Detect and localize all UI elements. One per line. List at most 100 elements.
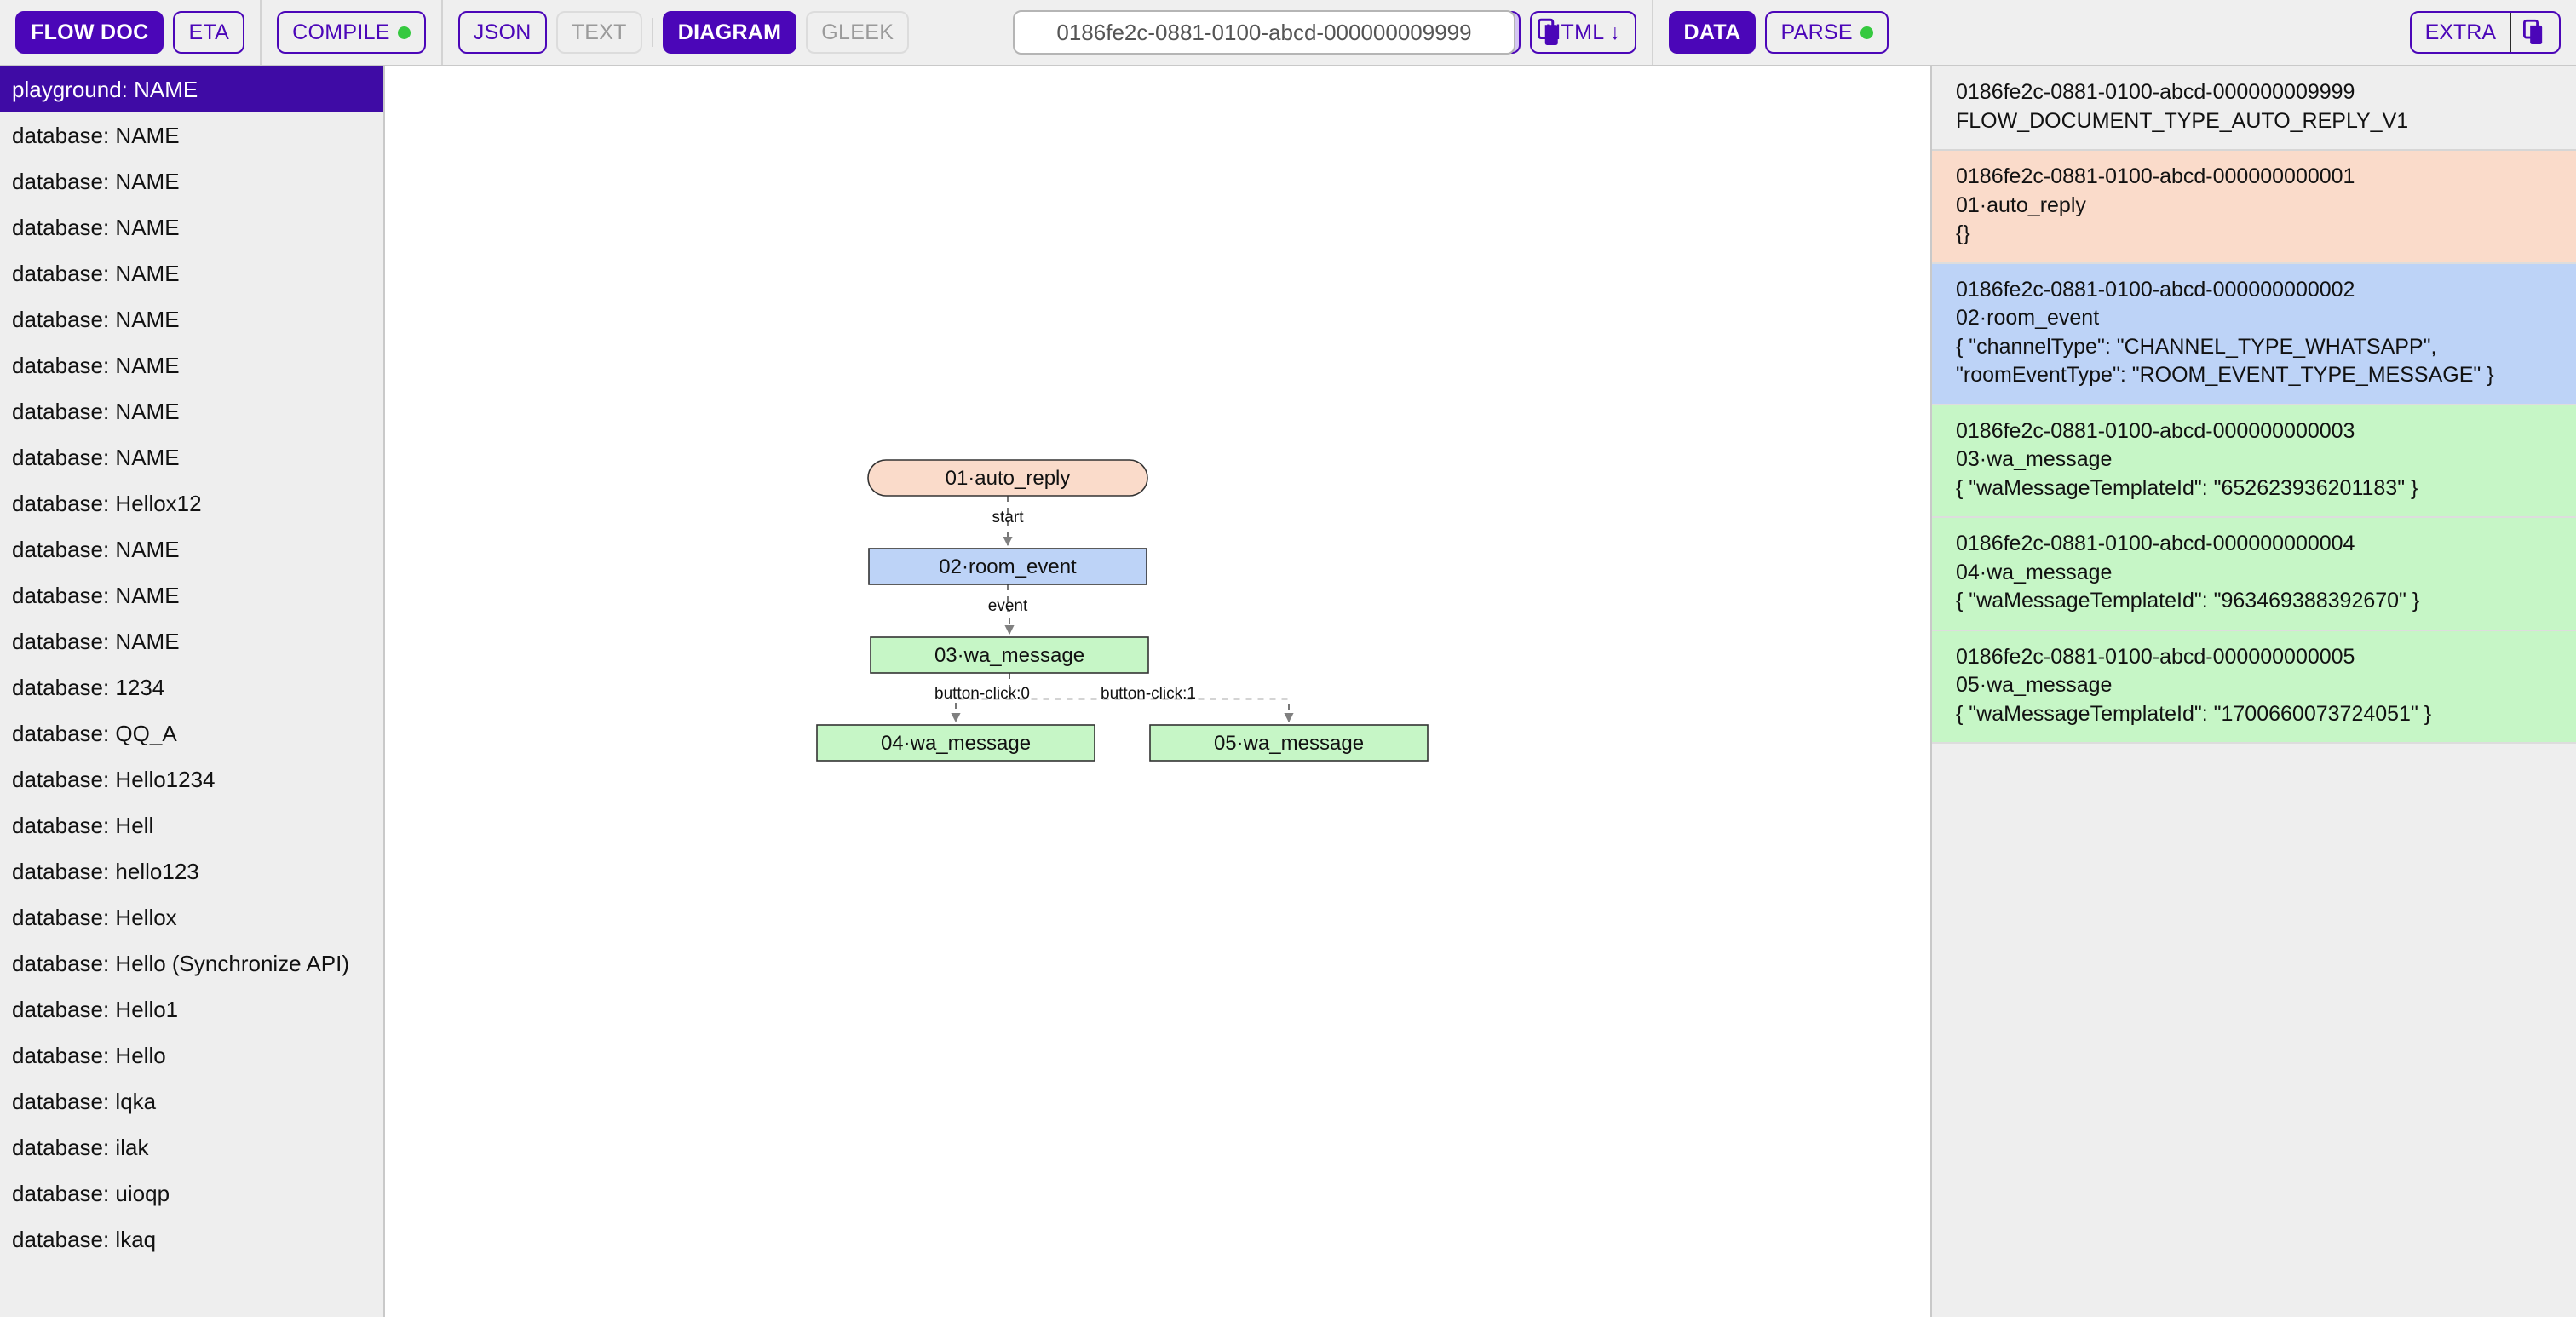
diagram-node-label: 04·wa_message bbox=[881, 732, 1031, 755]
view-tab-diagram[interactable]: DIAGRAM bbox=[662, 11, 797, 54]
sidebar-item-label: database: ilak bbox=[12, 1134, 149, 1160]
eta-button[interactable]: ETA bbox=[173, 11, 245, 54]
compile-button[interactable]: COMPILE bbox=[277, 11, 426, 54]
sidebar-item[interactable]: database: NAME bbox=[0, 112, 383, 158]
view-tab-json[interactable]: JSON bbox=[457, 11, 547, 54]
sidebar-item[interactable]: database: NAME bbox=[0, 158, 383, 204]
extra-button-label[interactable]: EXTRA bbox=[2412, 13, 2510, 52]
sidebar-item[interactable]: database: QQ_A bbox=[0, 710, 383, 756]
sidebar-item[interactable]: database: NAME bbox=[0, 342, 383, 388]
diagram-canvas[interactable]: start event button-click:0 button-click:1 0… bbox=[385, 66, 1932, 1317]
sidebar-item-label: database: 1234 bbox=[12, 674, 165, 700]
compile-label: COMPILE bbox=[292, 20, 390, 44]
sidebar-item[interactable]: database: uioqp bbox=[0, 1170, 383, 1216]
flow-diagram: start event button-click:0 button-click:1 0… bbox=[816, 459, 1429, 762]
view-tab-gleek[interactable]: GLEEK bbox=[806, 11, 910, 54]
sidebar-item[interactable]: database: 1234 bbox=[0, 664, 383, 710]
document-id-input[interactable] bbox=[1013, 10, 1515, 55]
diagram-edge-label: event bbox=[988, 597, 1028, 615]
toolbar-group-data: DATA PARSE bbox=[1653, 0, 1904, 65]
sidebar-item-label: database: hello123 bbox=[12, 858, 199, 884]
toolbar-divider-3 bbox=[651, 18, 653, 47]
sidebar-item[interactable]: database: Hell bbox=[0, 802, 383, 848]
sidebar-item[interactable]: database: Hellox bbox=[0, 894, 383, 940]
data-card[interactable]: 0186fe2c-0881-0100-abcd-000000009999 FLOW… bbox=[1932, 66, 2576, 151]
sidebar-item[interactable]: database: ilak bbox=[0, 1124, 383, 1170]
diagram-node[interactable]: 04·wa_message bbox=[816, 724, 1095, 762]
data-card-line: FLOW_DOCUMENT_TYPE_AUTO_REPLY_V1 bbox=[1956, 108, 2409, 133]
extra-copy-button[interactable] bbox=[2511, 13, 2559, 52]
diagram-node-label: 01·auto_reply bbox=[946, 467, 1071, 490]
data-card-line: 0186fe2c-0881-0100-abcd-000000009999 bbox=[1956, 80, 2355, 104]
sidebar-item-label: database: uioqp bbox=[12, 1180, 170, 1206]
toolbar-group-views: JSON TEXT DIAGRAM GLEEK bbox=[443, 0, 924, 65]
document-list-sidebar[interactable]: playground: NAME database: NAME database: … bbox=[0, 66, 385, 1317]
compile-status-dot-icon bbox=[397, 26, 411, 39]
sidebar-item[interactable]: database: hello123 bbox=[0, 848, 383, 894]
data-card-line: { "channelType": "CHANNEL_TYPE_WHATSAPP"… bbox=[1956, 334, 2437, 359]
data-card-line: 0186fe2c-0881-0100-abcd-000000000004 bbox=[1956, 532, 2355, 555]
data-card-line: 0186fe2c-0881-0100-abcd-000000000002 bbox=[1956, 277, 2355, 302]
diagram-node-label: 02·room_event bbox=[939, 555, 1077, 578]
diagram-node[interactable]: 01·auto_reply bbox=[867, 459, 1148, 497]
copy-icon bbox=[1538, 18, 1558, 45]
parse-label: PARSE bbox=[1780, 20, 1853, 44]
top-toolbar: FLOW DOC ETA COMPILE JSON TEXT DIAGRAM G… bbox=[0, 0, 2576, 66]
sidebar-item[interactable]: database: NAME bbox=[0, 434, 383, 480]
extra-split-button[interactable]: EXTRA bbox=[2409, 11, 2562, 54]
data-card[interactable]: 0186fe2c-0881-0100-abcd-000000000003 03·w… bbox=[1932, 405, 2576, 518]
view-tab-text[interactable]: TEXT bbox=[555, 11, 642, 54]
sidebar-item-label: database: Hellox bbox=[12, 904, 177, 930]
sidebar-item[interactable]: database: Hello bbox=[0, 1032, 383, 1078]
diagram-nodes: 01·auto_reply 02·room_event 03·wa_message 0… bbox=[816, 459, 1429, 762]
data-card-line: 05·wa_message bbox=[1956, 673, 2113, 697]
sidebar-item[interactable]: database: NAME bbox=[0, 296, 383, 342]
sidebar-item[interactable]: database: lqka bbox=[0, 1078, 383, 1124]
sidebar-item[interactable]: database: NAME bbox=[0, 526, 383, 572]
sidebar-item-label: database: NAME bbox=[12, 214, 180, 240]
data-card[interactable]: 0186fe2c-0881-0100-abcd-000000000001 01·a… bbox=[1932, 151, 2576, 264]
sidebar-item[interactable]: database: Hello1234 bbox=[0, 756, 383, 802]
parse-status-dot-icon bbox=[1860, 26, 1873, 39]
diagram-node[interactable]: 03·wa_message bbox=[870, 636, 1149, 674]
data-card[interactable]: 0186fe2c-0881-0100-abcd-000000000004 04·w… bbox=[1932, 518, 2576, 631]
diagram-node[interactable]: 05·wa_message bbox=[1149, 724, 1429, 762]
sidebar-item[interactable]: database: NAME bbox=[0, 388, 383, 434]
sidebar-item-label: database: Hello bbox=[12, 1042, 166, 1068]
data-card[interactable]: 0186fe2c-0881-0100-abcd-000000000005 05·w… bbox=[1932, 630, 2576, 744]
sidebar-item-label: database: NAME bbox=[12, 260, 180, 286]
main-body: playground: NAME database: NAME database: … bbox=[0, 66, 2576, 1317]
data-card-line: 03·wa_message bbox=[1956, 447, 2113, 471]
sidebar-item[interactable]: database: NAME bbox=[0, 572, 383, 618]
sidebar-item-label: database: NAME bbox=[12, 536, 180, 562]
data-card-line: 0186fe2c-0881-0100-abcd-000000000005 bbox=[1956, 644, 2355, 669]
copy-icon bbox=[2523, 19, 2543, 44]
sidebar-item[interactable]: database: Hello (Synchronize API) bbox=[0, 940, 383, 986]
sidebar-item-label: database: lkaq bbox=[12, 1226, 157, 1252]
app-root: FLOW DOC ETA COMPILE JSON TEXT DIAGRAM G… bbox=[0, 0, 2576, 1317]
diagram-edge-label: start bbox=[992, 509, 1025, 526]
data-button[interactable]: DATA bbox=[1668, 11, 1757, 54]
data-panel[interactable]: 0186fe2c-0881-0100-abcd-000000009999 FLOW… bbox=[1932, 66, 2576, 1317]
data-card-line: { "waMessageTemplateId": "65262393620118… bbox=[1956, 475, 2418, 500]
diagram-edge-label: button-click:1 bbox=[1101, 685, 1196, 703]
sidebar-item[interactable]: database: Hellox12 bbox=[0, 480, 383, 526]
sidebar-item[interactable]: database: NAME bbox=[0, 204, 383, 250]
sidebar-item-label: database: NAME bbox=[12, 582, 180, 608]
sidebar-item-label: database: NAME bbox=[12, 628, 180, 654]
data-card-line: 01·auto_reply bbox=[1956, 193, 2086, 217]
sidebar-item[interactable]: database: NAME bbox=[0, 618, 383, 664]
data-card[interactable]: 0186fe2c-0881-0100-abcd-000000000002 02·r… bbox=[1932, 263, 2576, 405]
sidebar-item-active[interactable]: playground: NAME bbox=[0, 66, 383, 112]
copy-document-id-button[interactable] bbox=[1538, 18, 1563, 47]
sidebar-item[interactable]: database: Hello1 bbox=[0, 986, 383, 1032]
sidebar-item-label: database: NAME bbox=[12, 398, 180, 424]
toolbar-group-document-id bbox=[1013, 10, 1563, 55]
sidebar-item[interactable]: database: lkaq bbox=[0, 1216, 383, 1262]
sidebar-item[interactable]: database: NAME bbox=[0, 250, 383, 296]
flow-doc-button[interactable]: FLOW DOC bbox=[15, 11, 164, 54]
parse-button[interactable]: PARSE bbox=[1765, 11, 1889, 54]
data-card-line: 04·wa_message bbox=[1956, 560, 2113, 584]
diagram-node[interactable]: 02·room_event bbox=[868, 548, 1147, 585]
diagram-edge-label: button-click:0 bbox=[934, 685, 1030, 703]
